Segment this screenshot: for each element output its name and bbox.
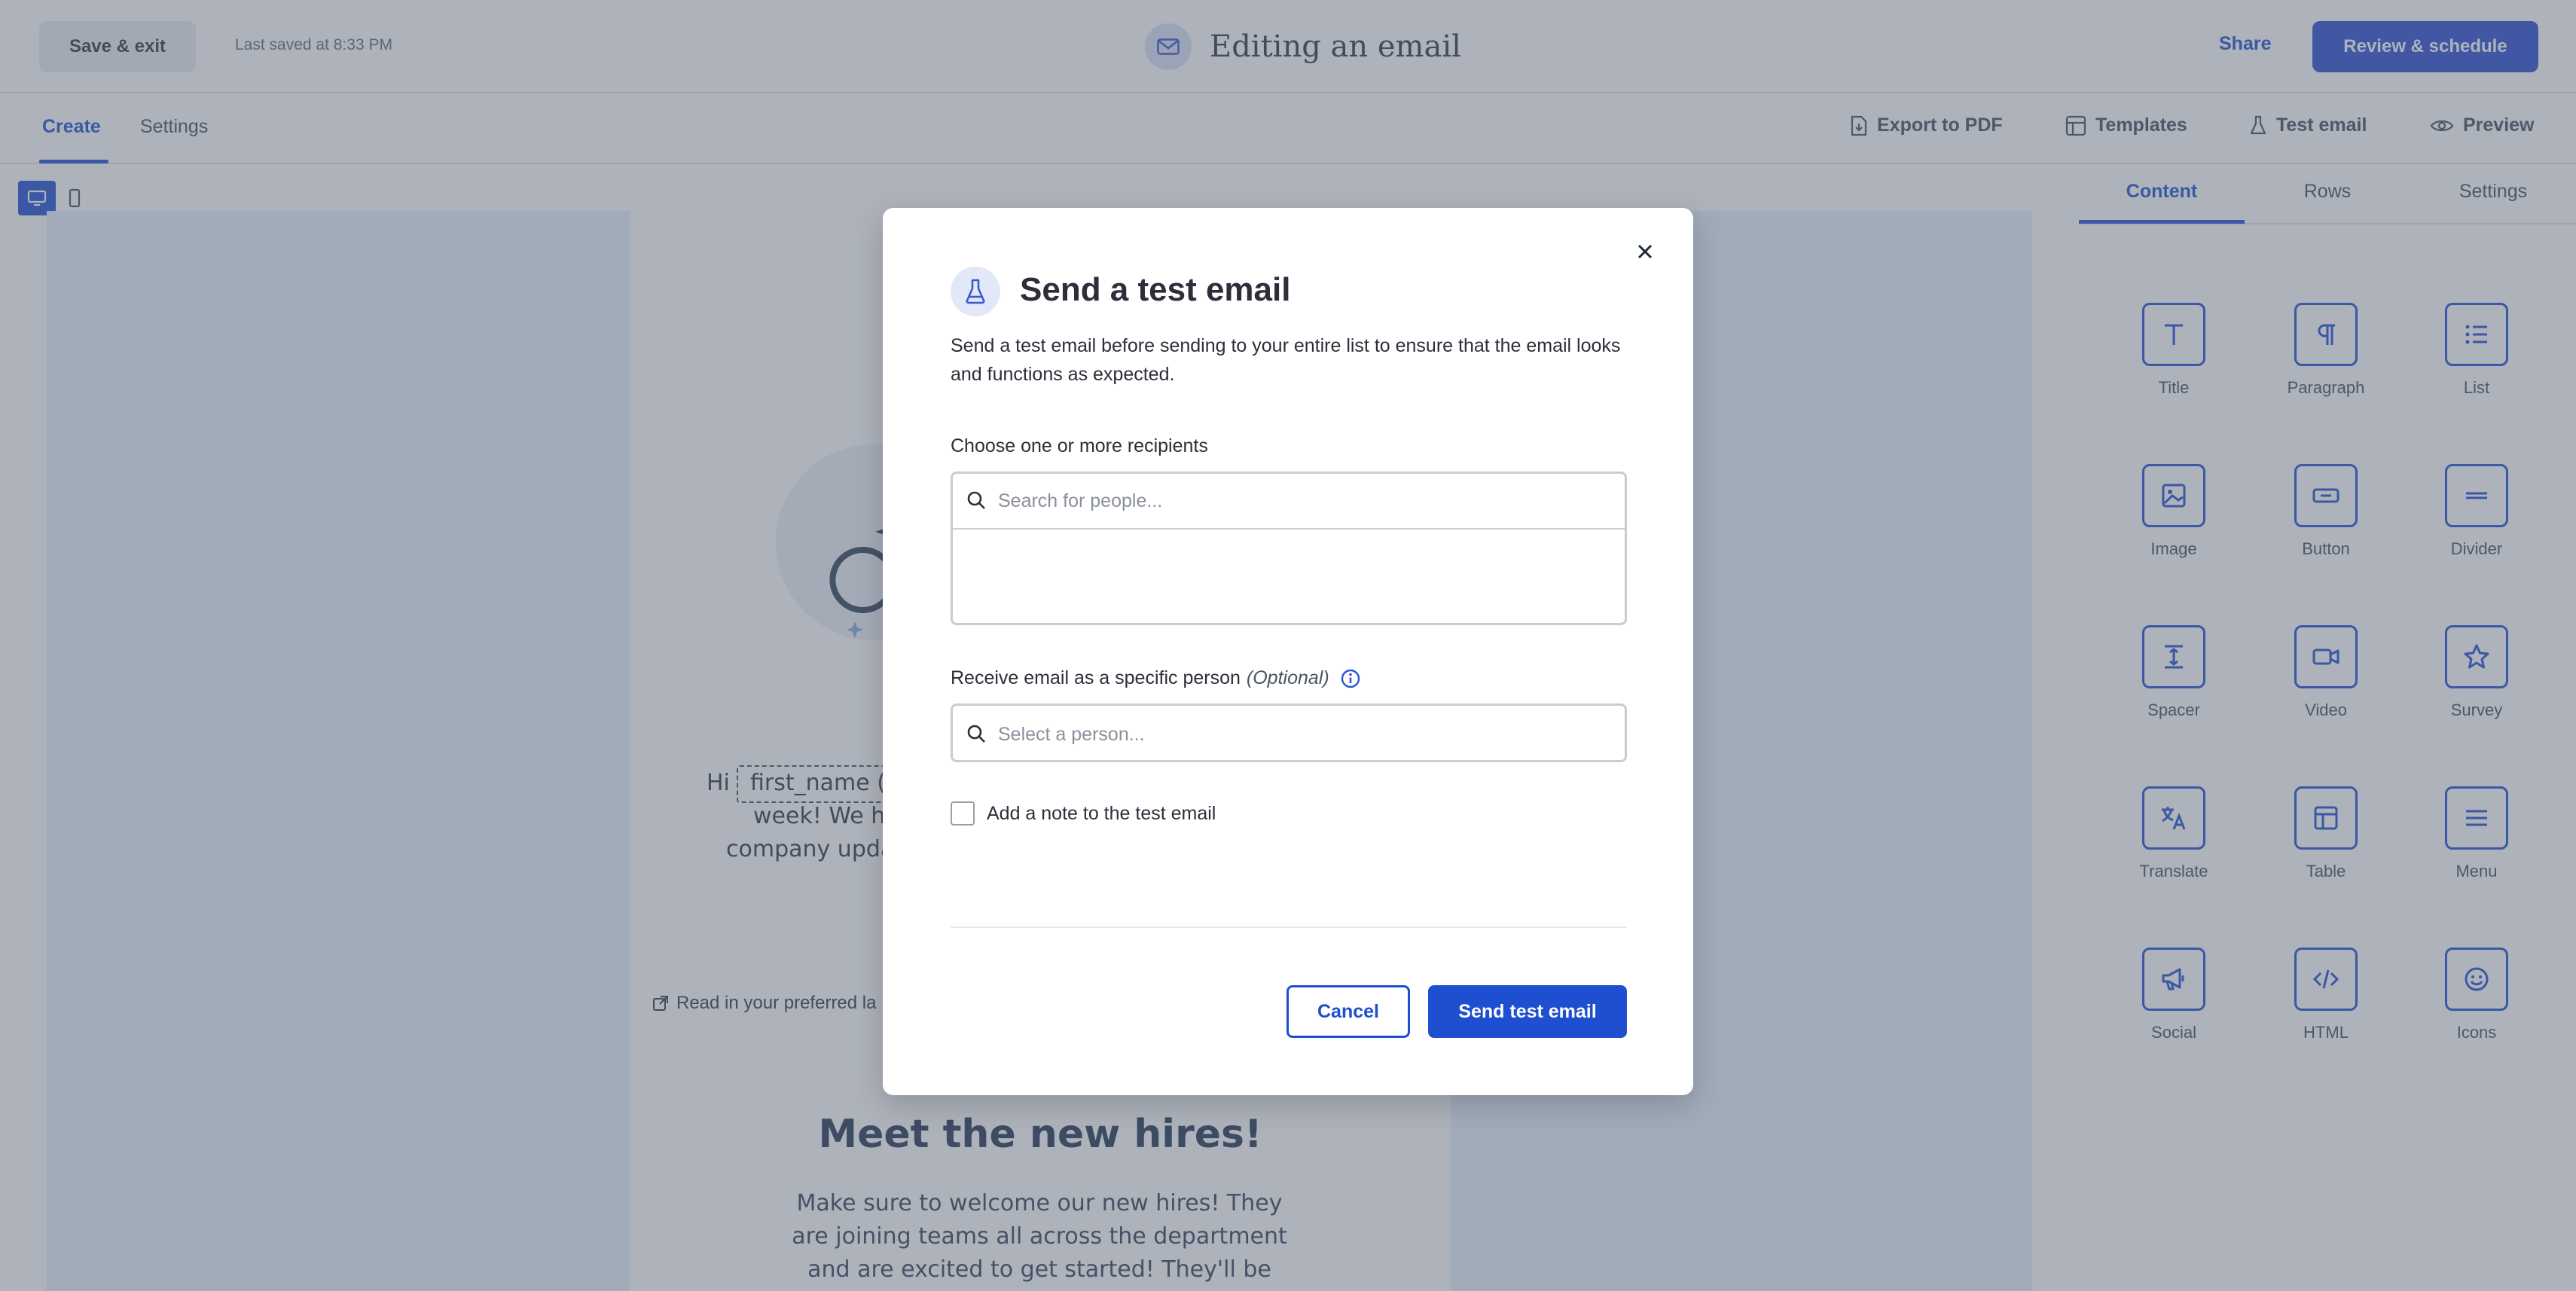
send-test-email-dialog: Send a test email Send a test email befo… (883, 208, 1693, 1095)
cancel-button[interactable]: Cancel (1286, 985, 1410, 1038)
specific-person-field[interactable] (951, 703, 1627, 762)
email-editor-app: Save & exit Last saved at 8:33 PM Editin… (0, 0, 2576, 1291)
recipients-label: Choose one or more recipients (951, 435, 1208, 457)
flask-icon (951, 267, 1000, 316)
dialog-title: Send a test email (1020, 271, 1291, 308)
recipients-field[interactable] (951, 472, 1627, 625)
add-note-checkbox[interactable] (951, 801, 975, 826)
add-note-option[interactable]: Add a note to the test email (951, 801, 1216, 826)
dialog-description: Send a test email before sending to your… (951, 335, 1621, 385)
optional-tag: (Optional) (1246, 667, 1329, 688)
send-test-email-button[interactable]: Send test email (1428, 985, 1627, 1038)
recipients-label-text: Choose one or more recipients (951, 435, 1208, 456)
info-icon[interactable] (1340, 668, 1361, 689)
person-select-input[interactable] (998, 718, 1601, 751)
recipients-search-input[interactable] (998, 484, 1601, 517)
search-icon (967, 725, 985, 743)
specific-person-label: Receive email as a specific person (Opti… (951, 667, 1361, 689)
close-icon[interactable] (1630, 237, 1660, 267)
dialog-divider (951, 926, 1627, 928)
search-icon (967, 491, 985, 509)
recipients-divider (953, 528, 1625, 530)
specific-person-label-text: Receive email as a specific person (951, 667, 1241, 688)
add-note-label: Add a note to the test email (987, 802, 1216, 824)
